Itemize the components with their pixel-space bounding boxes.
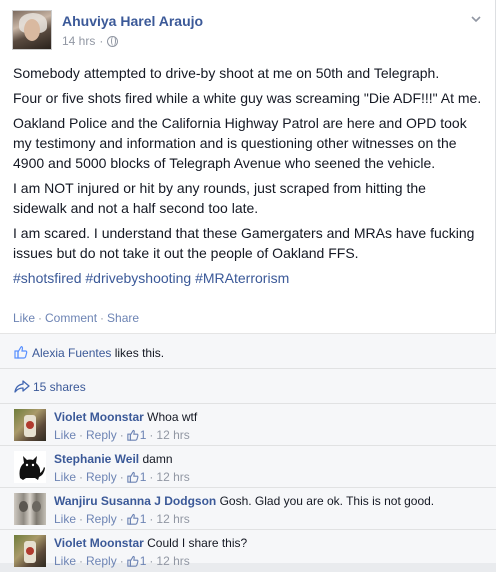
- like-thumb-icon: [127, 429, 139, 441]
- comment-like-link[interactable]: Like: [54, 470, 76, 484]
- post-timestamp[interactable]: 14 hrs: [62, 34, 95, 48]
- black-cat-icon: [19, 456, 45, 480]
- post-paragraph: Four or five shots fired while a white g…: [13, 90, 482, 106]
- like-thumb-icon: [14, 346, 28, 359]
- like-link[interactable]: Like: [13, 311, 35, 325]
- chevron-down-icon[interactable]: [471, 14, 481, 24]
- comment-text: Gosh. Glad you are ok. This is not good.: [219, 494, 435, 508]
- comment-reply-link[interactable]: Reply: [86, 428, 117, 442]
- comment-item: Violet Moonstar Could I share this? Like…: [0, 530, 496, 572]
- post-paragraph: I am scared. I understand that these Gam…: [13, 225, 475, 261]
- comment-link[interactable]: Comment: [45, 311, 97, 325]
- comment-meta: Like · Reply · 1 · 12 hrs: [54, 512, 190, 526]
- shares-count-link[interactable]: 15 shares: [33, 380, 86, 394]
- commenter-name-link[interactable]: Violet Moonstar: [54, 410, 144, 424]
- comment-timestamp[interactable]: 12 hrs: [156, 554, 189, 568]
- commenter-avatar[interactable]: [14, 409, 46, 441]
- comment-meta: Like · Reply · 1 · 12 hrs: [54, 428, 190, 442]
- post-body: Somebody attempted to drive-by shoot at …: [13, 63, 483, 293]
- share-arrow-icon: [14, 380, 30, 393]
- commenter-name-link[interactable]: Violet Moonstar: [54, 536, 144, 550]
- comment-timestamp[interactable]: 12 hrs: [156, 512, 189, 526]
- post-paragraph: I am NOT injured or hit by any rounds, j…: [13, 180, 426, 216]
- comment-item: Wanjiru Susanna J Dodgson Gosh. Glad you…: [0, 488, 496, 530]
- comment-like-count[interactable]: 1: [140, 512, 147, 526]
- post-hashtags[interactable]: #shotsfired #drivebyshooting #MRAterrori…: [13, 268, 483, 288]
- comment-text: damn: [142, 452, 173, 466]
- comment-item: Violet Moonstar Whoa wtf Like · Reply · 1 · 1…: [0, 404, 496, 446]
- action-separator: ·: [38, 311, 43, 325]
- comment-meta: Like · Reply · 1 · 12 hrs: [54, 554, 190, 568]
- liker-name-link[interactable]: Alexia Fuentes: [32, 346, 111, 360]
- comment-timestamp[interactable]: 12 hrs: [156, 428, 189, 442]
- post-meta: 14 hrs ·: [62, 34, 119, 48]
- comment-text: Whoa wtf: [147, 410, 198, 424]
- post-actions: Like · Comment · Share: [13, 311, 139, 325]
- comment-like-link[interactable]: Like: [54, 512, 76, 526]
- post-paragraph: Oakland Police and the California Highwa…: [13, 115, 467, 171]
- action-separator: ·: [100, 311, 105, 325]
- commenter-avatar[interactable]: [14, 493, 46, 525]
- meta-separator: ·: [99, 34, 104, 48]
- comment-reply-link[interactable]: Reply: [86, 512, 117, 526]
- comment-like-link[interactable]: Like: [54, 554, 76, 568]
- like-thumb-icon: [127, 513, 139, 525]
- comment-like-count[interactable]: 1: [140, 554, 147, 568]
- comment-reply-link[interactable]: Reply: [86, 470, 117, 484]
- commenter-name-link[interactable]: Wanjiru Susanna J Dodgson: [54, 494, 216, 508]
- comment-like-count[interactable]: 1: [140, 428, 147, 442]
- comment-item: Stephanie Weil damn Like · Reply · 1 · 12 hrs: [0, 446, 496, 488]
- author-name-link[interactable]: Ahuviya Harel Araujo: [62, 13, 203, 29]
- author-avatar[interactable]: [12, 10, 52, 50]
- share-link[interactable]: Share: [107, 311, 139, 325]
- likes-suffix: likes this.: [111, 346, 165, 360]
- commenter-name-link[interactable]: Stephanie Weil: [54, 452, 139, 466]
- like-thumb-icon: [127, 555, 139, 567]
- facebook-post: Ahuviya Harel Araujo 14 hrs · Somebody a…: [0, 0, 496, 568]
- likes-summary: Alexia Fuentes likes this.: [0, 334, 496, 369]
- comment-text: Could I share this?: [147, 536, 248, 550]
- comment-timestamp[interactable]: 12 hrs: [156, 470, 189, 484]
- comment-like-link[interactable]: Like: [54, 428, 76, 442]
- comment-reply-link[interactable]: Reply: [86, 554, 117, 568]
- feedback-section: Alexia Fuentes likes this. 15 shares Vio…: [0, 333, 496, 568]
- comment-like-count[interactable]: 1: [140, 470, 147, 484]
- globe-icon[interactable]: [107, 35, 119, 47]
- comment-meta: Like · Reply · 1 · 12 hrs: [54, 470, 190, 484]
- commenter-avatar[interactable]: [14, 535, 46, 567]
- commenter-avatar[interactable]: [14, 451, 46, 483]
- post-paragraph: Somebody attempted to drive-by shoot at …: [13, 65, 440, 81]
- like-thumb-icon: [127, 471, 139, 483]
- shares-summary: 15 shares: [0, 369, 496, 404]
